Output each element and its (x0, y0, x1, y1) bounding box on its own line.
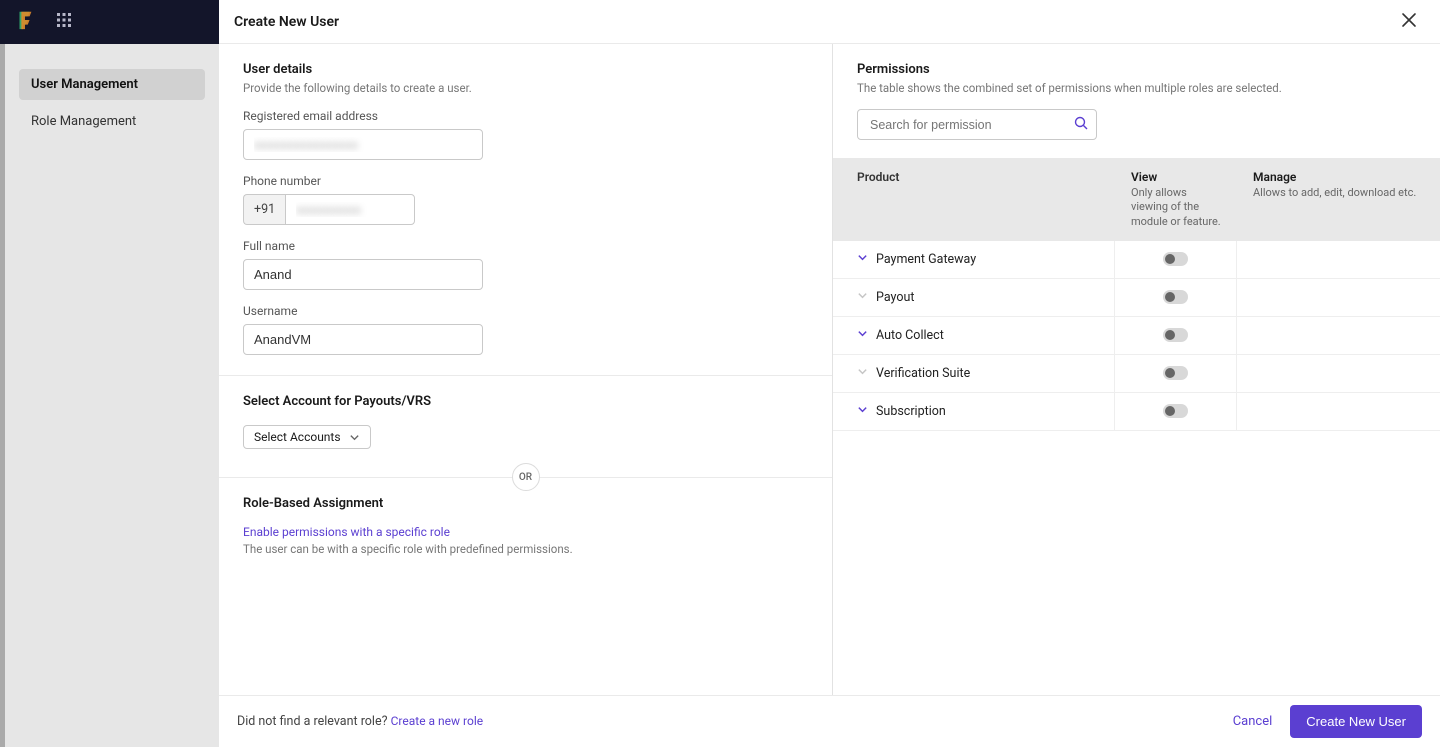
modal-title: Create New User (234, 14, 339, 30)
permissions-subtitle: The table shows the combined set of perm… (857, 81, 1416, 95)
view-toggle[interactable] (1163, 290, 1188, 304)
footer-helper-text: Did not find a relevant role? Create a n… (237, 714, 483, 729)
permission-product-cell[interactable]: Subscription (833, 393, 1115, 430)
chevron-down-icon (857, 290, 868, 305)
chevron-down-icon (857, 366, 868, 381)
permission-search-input[interactable] (857, 109, 1097, 140)
sidebar-item-user-management[interactable]: User Management (19, 69, 205, 100)
search-icon (1073, 115, 1089, 135)
create-new-role-link[interactable]: Create a new role (391, 714, 483, 728)
fullname-label: Full name (243, 239, 808, 253)
select-account-heading: Select Account for Payouts/VRS (243, 394, 808, 409)
phone-prefix: +91 (243, 194, 285, 225)
chevron-down-icon (857, 328, 868, 343)
view-toggle[interactable] (1163, 366, 1188, 380)
column-view: View Only allows viewing of the module o… (1115, 158, 1237, 241)
column-product: Product (833, 158, 1115, 241)
or-divider: OR (512, 463, 540, 491)
permission-row: Payment Gateway (833, 241, 1440, 279)
column-manage: Manage Allows to add, edit, download etc… (1237, 158, 1440, 241)
app-switcher-icon[interactable] (56, 12, 72, 32)
brand-logo-icon (14, 9, 36, 35)
permissions-table-header: Product View Only allows viewing of the … (833, 158, 1440, 241)
view-toggle[interactable] (1163, 252, 1188, 266)
sidebar-item-role-management[interactable]: Role Management (19, 106, 205, 137)
chevron-down-icon (857, 404, 868, 419)
permission-row: Verification Suite (833, 355, 1440, 393)
create-user-modal: Create New User User details Provide the… (219, 0, 1440, 747)
role-note: The user can be with a specific role wit… (243, 542, 808, 556)
permission-row: Subscription (833, 393, 1440, 431)
user-details-subtitle: Provide the following details to create … (243, 81, 808, 95)
view-toggle[interactable] (1163, 404, 1188, 418)
permission-product-cell[interactable]: Auto Collect (833, 317, 1115, 354)
view-toggle[interactable] (1163, 328, 1188, 342)
phone-input[interactable] (285, 194, 415, 225)
enable-role-link[interactable]: Enable permissions with a specific role (243, 525, 808, 539)
cancel-button[interactable]: Cancel (1233, 714, 1273, 729)
permission-row: Payout (833, 279, 1440, 317)
permission-product-name: Verification Suite (876, 366, 970, 381)
top-navbar (0, 0, 219, 44)
permission-product-cell[interactable]: Verification Suite (833, 355, 1115, 392)
chevron-down-icon (349, 432, 360, 443)
phone-label: Phone number (243, 174, 808, 188)
permission-product-name: Payment Gateway (876, 252, 976, 267)
email-label: Registered email address (243, 109, 808, 123)
close-modal-button[interactable] (1396, 7, 1422, 37)
left-panel: User details Provide the following detai… (219, 44, 833, 695)
username-label: Username (243, 304, 808, 318)
chevron-down-icon (857, 252, 868, 267)
permission-product-cell[interactable]: Payout (833, 279, 1115, 316)
select-accounts-label: Select Accounts (254, 430, 341, 444)
permission-product-cell[interactable]: Payment Gateway (833, 241, 1115, 278)
permission-product-name: Auto Collect (876, 328, 944, 343)
permissions-heading: Permissions (857, 62, 1416, 77)
permission-row: Auto Collect (833, 317, 1440, 355)
user-details-heading: User details (243, 62, 808, 77)
fullname-input[interactable] (243, 259, 483, 290)
close-icon (1400, 11, 1418, 29)
email-input[interactable] (243, 129, 483, 160)
right-panel: Permissions The table shows the combined… (833, 44, 1440, 695)
select-accounts-dropdown[interactable]: Select Accounts (243, 425, 371, 449)
permission-product-name: Subscription (876, 404, 946, 419)
permission-product-name: Payout (876, 290, 914, 305)
role-assignment-heading: Role-Based Assignment (243, 496, 808, 511)
create-user-submit-button[interactable]: Create New User (1290, 705, 1422, 738)
username-input[interactable] (243, 324, 483, 355)
sidebar: User Management Role Management (5, 44, 219, 747)
